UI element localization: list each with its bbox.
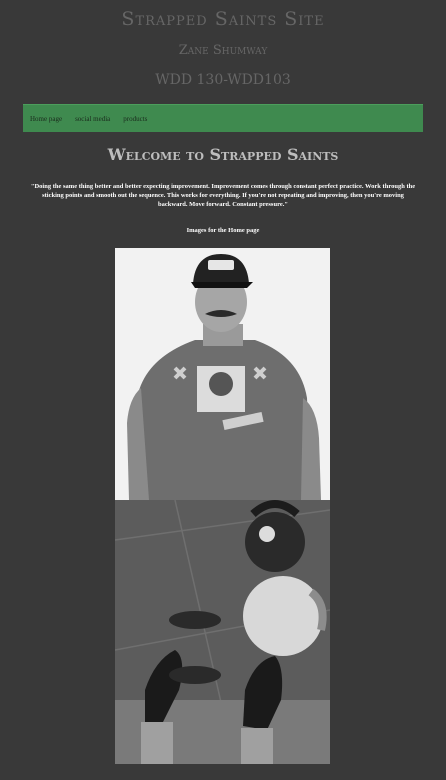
welcome-heading: Welcome to Strapped Saints (107, 145, 339, 164)
site-title: Strapped Saints Site (121, 8, 325, 30)
nav-link-social-media[interactable]: social media (75, 115, 110, 123)
nav-link-products[interactable]: products (123, 115, 147, 123)
nav-link-home[interactable]: Home page (30, 115, 62, 123)
main-nav: Home page social media products (23, 104, 423, 132)
kettlebells-photo (115, 500, 330, 764)
quote-text: "Doing the same thing better and better … (30, 183, 416, 208)
author-name: Zane Shumway (178, 43, 268, 58)
course-code: WDD 130-WDD103 (155, 72, 291, 88)
man-portrait-photo (115, 248, 330, 500)
images-label: Images for the Home page (186, 227, 260, 234)
